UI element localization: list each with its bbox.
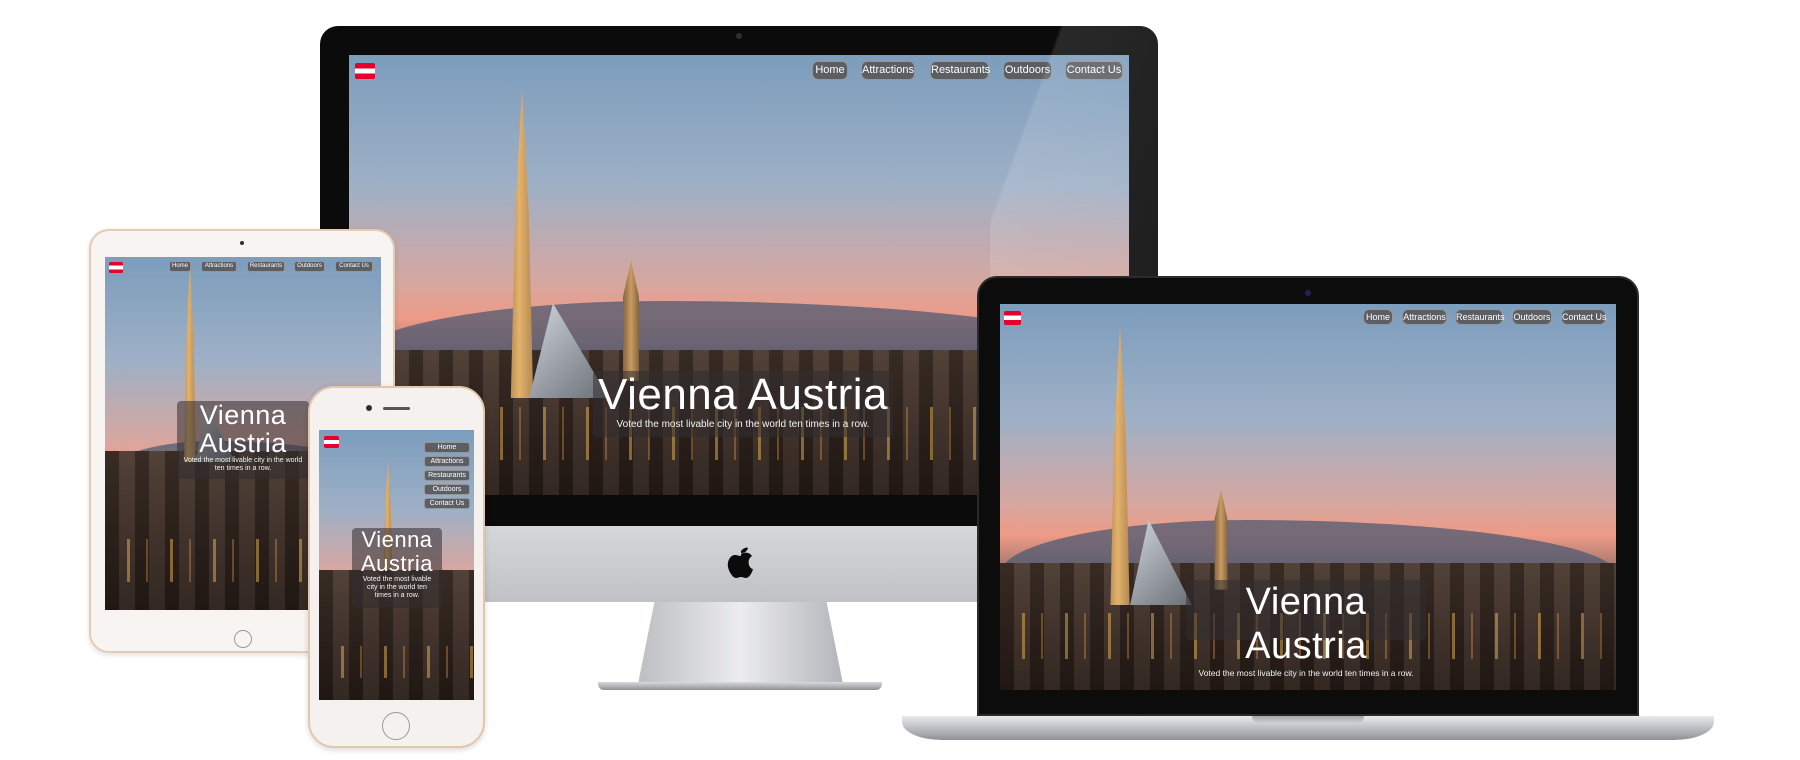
hero-subtitle: Voted the most livable city in the world… xyxy=(362,576,432,599)
nav-contact-us[interactable]: Contact Us xyxy=(1561,309,1607,325)
nav-home[interactable]: Home xyxy=(1363,309,1393,325)
nav-restaurants[interactable]: Restaurants xyxy=(424,470,470,481)
nav-outdoors[interactable]: Outdoors xyxy=(294,261,325,272)
hero-subtitle: Voted the most livable city in the world… xyxy=(616,419,870,430)
hero-banner: Vienna Austria Voted the most livable ci… xyxy=(352,528,442,608)
macbook-notch xyxy=(1252,716,1364,724)
nav-home[interactable]: Home xyxy=(812,61,848,80)
hero-banner: Vienna Austria Voted the most livable ci… xyxy=(593,371,893,437)
nav-attractions[interactable]: Attractions xyxy=(424,456,470,467)
nav-attractions[interactable]: Attractions xyxy=(201,261,237,272)
ipad-home-button xyxy=(234,630,252,648)
hero-title-line2: Austria xyxy=(361,551,433,576)
hero-title-line1: Vienna xyxy=(199,400,287,430)
imac-camera xyxy=(736,33,742,39)
austria-flag-icon[interactable] xyxy=(1004,311,1021,325)
hero-title: Vienna Austria xyxy=(598,370,888,419)
nav-contact-us[interactable]: Contact Us xyxy=(335,261,373,272)
iphone-speaker xyxy=(383,407,410,410)
hero-title-line1: Vienna xyxy=(361,527,433,552)
nav-outdoors[interactable]: Outdoors xyxy=(424,484,470,495)
hero-banner: Vienna Austria Voted the most livable ci… xyxy=(1186,580,1426,678)
macbook-camera xyxy=(1305,290,1311,296)
austria-flag-icon[interactable] xyxy=(109,262,123,273)
nav-restaurants[interactable]: Restaurants xyxy=(930,61,990,80)
imac-stand xyxy=(638,602,843,684)
austria-flag-icon[interactable] xyxy=(355,63,375,79)
nav-restaurants[interactable]: Restaurants xyxy=(1455,309,1505,325)
hero-title-line2: Austria xyxy=(199,428,287,458)
imac-foot xyxy=(598,682,882,690)
nav-attractions[interactable]: Attractions xyxy=(1402,309,1447,325)
nav-home[interactable]: Home xyxy=(424,442,470,453)
austria-flag-icon[interactable] xyxy=(324,436,339,448)
nav-restaurants[interactable]: Restaurants xyxy=(247,261,285,272)
macbook-screen: Home Attractions Restaurants Outdoors Co… xyxy=(1000,304,1616,690)
hero-subtitle: Voted the most livable city in the world… xyxy=(1198,668,1414,678)
nav-contact-us[interactable]: Contact Us xyxy=(424,498,470,509)
nav-attractions[interactable]: Attractions xyxy=(861,61,915,80)
iphone-camera xyxy=(366,405,372,411)
nav-home[interactable]: Home xyxy=(169,261,191,272)
hero-subtitle: Voted the most livable city in the world… xyxy=(183,457,303,472)
iphone-home-button xyxy=(382,712,410,740)
hero-banner: Vienna Austria Voted the most livable ci… xyxy=(177,401,309,479)
city-lights xyxy=(319,646,474,679)
nav-outdoors[interactable]: Outdoors xyxy=(1512,309,1552,325)
iphone-screen: Home Attractions Restaurants Outdoors Co… xyxy=(319,430,474,700)
hero-title: Vienna Austria xyxy=(1245,581,1367,667)
ipad-camera xyxy=(240,241,244,245)
apple-logo-icon xyxy=(727,547,753,578)
